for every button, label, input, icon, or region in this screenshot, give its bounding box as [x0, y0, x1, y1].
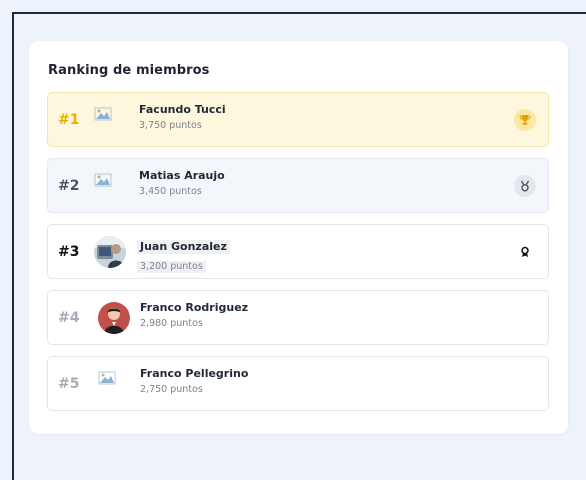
broken-image-icon [94, 107, 112, 121]
broken-image-icon [98, 371, 116, 385]
ranking-row-2[interactable]: #2 Matias Araujo 3,450 puntos [47, 158, 549, 213]
rank-number: #1 [58, 111, 80, 128]
rank-number: #4 [58, 309, 80, 326]
member-info: Facundo Tucci 3,750 puntos [139, 103, 226, 132]
member-name: Franco Rodriguez [140, 301, 249, 314]
member-name: Juan Gonzalez [137, 240, 230, 254]
rank-number: #2 [58, 177, 80, 194]
rank-number: #3 [58, 243, 80, 260]
member-name: Franco Pellegrino [140, 367, 249, 380]
ranking-row-4[interactable]: #4 Franco Rodriguez 2,980 puntos [47, 290, 549, 345]
member-points: 3,450 puntos [139, 186, 202, 197]
ranking-row-1[interactable]: #1 Facundo Tucci 3,750 puntos [47, 92, 549, 147]
ranking-row-3[interactable]: #3 Juan Gonzalez 3,200 puntos [47, 224, 549, 279]
avatar [94, 235, 126, 268]
member-info: Matias Araujo 3,450 puntos [139, 169, 225, 198]
broken-image-icon [94, 173, 112, 187]
member-points: 3,750 puntos [139, 120, 202, 131]
member-name: Facundo Tucci [139, 103, 226, 116]
rank-number: #5 [58, 375, 80, 392]
member-points: 2,980 puntos [140, 318, 203, 329]
member-name: Matias Araujo [139, 169, 225, 182]
award-icon [514, 241, 536, 263]
ranking-list: #1 Facundo Tucci 3,750 puntos #2 Matias … [47, 92, 549, 422]
member-info: Franco Pellegrino 2,750 puntos [140, 367, 248, 396]
ranking-title: Ranking de miembros [48, 63, 210, 78]
trophy-icon [514, 108, 536, 131]
ranking-row-5[interactable]: #5 Franco Pellegrino 2,750 puntos [47, 356, 549, 411]
medal-icon [514, 174, 536, 197]
member-points: 2,750 puntos [140, 384, 203, 395]
member-info: Franco Rodriguez 2,980 puntos [140, 301, 248, 330]
member-info: Juan Gonzalez 3,200 puntos [137, 235, 230, 273]
avatar [98, 301, 130, 334]
member-points: 3,200 puntos [137, 261, 206, 273]
ranking-card: Ranking de miembros #1 Facundo Tucci 3,7… [29, 41, 568, 434]
